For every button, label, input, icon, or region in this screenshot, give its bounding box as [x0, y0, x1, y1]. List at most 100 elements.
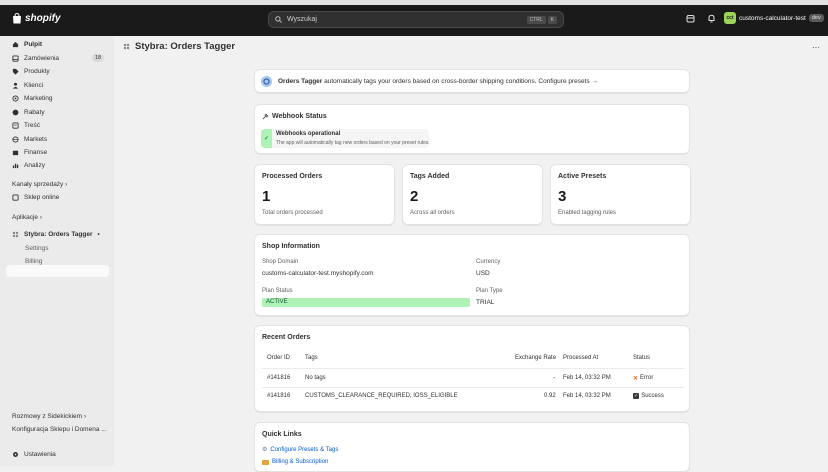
- app-grid-icon: [12, 231, 19, 238]
- stat-value: 1: [262, 188, 271, 205]
- sidebar-item-zamowienia[interactable]: Zamówienia: [12, 55, 59, 62]
- sidebar-item-settings[interactable]: Ustawienia: [12, 451, 56, 458]
- stat-label: Tags Added: [410, 173, 450, 180]
- plug-icon: [262, 113, 269, 120]
- sidebar-item-label: Finanse: [24, 149, 48, 156]
- info-icon: [261, 75, 272, 87]
- sidebar-item-orders-tagger[interactable]: Stybra: Orders Tagger •: [12, 231, 100, 238]
- col-header-processed: Processed At: [563, 355, 599, 361]
- quick-links-card: Quick Links ⚙ Configure Presets & Tags B…: [254, 422, 690, 472]
- chart-icon: [12, 163, 19, 169]
- order-id[interactable]: #141816: [267, 375, 290, 381]
- shortcut-key: K: [547, 15, 557, 24]
- order-tags: No tags: [305, 375, 326, 381]
- plan-type-value: TRIAL: [476, 299, 495, 306]
- stat-sub: Total orders processed: [262, 210, 323, 216]
- bell-icon[interactable]: [707, 14, 716, 23]
- sidebar-item-markets[interactable]: Markets: [12, 136, 47, 143]
- sidebar-item-rabaty[interactable]: Rabaty: [12, 109, 45, 116]
- col-header-tags: Tags: [305, 355, 318, 361]
- stat-card-tags: Tags Added 2 Across all orders: [402, 164, 543, 225]
- sidebar-item-label: Pulpit: [24, 41, 43, 48]
- webhook-ok-box: ✓ Webhooks operational The app will auto…: [261, 129, 430, 148]
- inbox-icon: [12, 55, 19, 62]
- person-icon: [12, 82, 19, 89]
- sidekick-chats-link[interactable]: Rozmowy z Sidekickiem ›: [12, 413, 86, 420]
- sidebar-item-label: Analizy: [24, 162, 45, 169]
- content-icon: [12, 122, 19, 129]
- order-status-text: Error: [640, 375, 654, 381]
- search-input[interactable]: Wyszukaj CTRL K: [268, 11, 564, 28]
- store-setup-link[interactable]: Konfiguracja Sklepu i Domena ...: [12, 426, 107, 433]
- cross-icon: ✕: [633, 376, 639, 382]
- active-app-highlight: [6, 265, 109, 277]
- webhook-status: Webhooks operational: [276, 131, 341, 137]
- check-icon: ✓: [633, 393, 640, 399]
- sidebar-subitem-settings[interactable]: Settings: [25, 245, 49, 252]
- check-icon: ✓: [261, 129, 272, 148]
- banner-text[interactable]: automatically tags your orders based on …: [324, 78, 598, 85]
- shopify-logo[interactable]: shopify: [12, 13, 61, 24]
- page-title-text: Stybra: Orders Tagger: [135, 41, 236, 52]
- quick-links-title: Quick Links: [262, 431, 302, 438]
- gear-icon: [13, 452, 18, 457]
- storefront-icon: [12, 194, 19, 201]
- apps-header[interactable]: Aplikacje ›: [12, 214, 42, 221]
- store-name: customs-calculator-test: [739, 14, 806, 22]
- plan-type-label: Plan Type: [476, 288, 503, 294]
- browser-strip: [0, 0, 828, 5]
- stat-card-presets: Active Presets 3 Enabled tagging rules: [550, 164, 691, 225]
- sidebar-item-finanse[interactable]: Finanse: [12, 149, 47, 156]
- col-header-order-id: Order ID: [267, 355, 291, 361]
- shop-info-card: Shop Information Shop Domain customs-cal…: [254, 234, 690, 316]
- order-status: ✓ Success: [633, 393, 664, 399]
- home-icon: [12, 41, 19, 48]
- sidebar-subitem-billing[interactable]: Billing: [25, 258, 42, 265]
- sidebar-item-label: Markets: [24, 136, 48, 143]
- sidebar-item-label: Stybra: Orders Tagger: [24, 231, 93, 238]
- store-icon[interactable]: [686, 14, 695, 23]
- sidebar-item-analizy[interactable]: Analizy: [12, 162, 45, 169]
- webhook-title: Webhook Status: [262, 113, 327, 120]
- domain-label: Shop Domain: [262, 259, 299, 265]
- sidebar-item-klienci[interactable]: Klienci: [12, 82, 43, 89]
- billing-link[interactable]: Billing & Subscription: [262, 459, 328, 465]
- more-actions-button[interactable]: ···: [812, 43, 820, 52]
- sidebar-item-tresc[interactable]: Treść: [12, 122, 40, 129]
- col-header-status: Status: [633, 355, 651, 361]
- sidebar-item-label: Ustawienia: [24, 451, 56, 458]
- currency-value: USD: [476, 270, 490, 277]
- page-title: Stybra: Orders Tagger: [123, 41, 235, 52]
- configure-presets-link[interactable]: ⚙ Configure Presets & Tags: [262, 446, 338, 454]
- order-rate: -: [553, 375, 555, 381]
- webhook-description: The app will automatically tag new order…: [276, 140, 430, 146]
- plan-status-badge: ACTIVE: [262, 298, 470, 307]
- stat-sub: Enabled tagging rules: [558, 210, 617, 216]
- divider: [262, 368, 684, 369]
- sidebar-item-marketing[interactable]: Marketing: [12, 95, 53, 102]
- search-shortcut: CTRL K: [526, 15, 557, 24]
- sidebar-item-online-store[interactable]: Sklep online: [12, 194, 59, 201]
- stat-card-processed: Processed Orders 1 Total orders processe…: [254, 164, 395, 225]
- webhook-status-card: Webhook Status ✓ Webhooks operational Th…: [254, 104, 690, 154]
- order-status: ✕ Error: [633, 375, 653, 382]
- sidebar-item-label: Rabaty: [24, 109, 45, 116]
- sidebar-item-pulpit[interactable]: Pulpit: [12, 41, 42, 48]
- target-icon: [12, 95, 19, 102]
- domain-value: customs-calculator-test.myshopify.com: [262, 270, 374, 277]
- order-id[interactable]: #141816: [267, 393, 290, 399]
- sidebar-item-label: Zamówienia: [24, 55, 60, 62]
- store-menu[interactable]: cct customs-calculator-test dev: [724, 12, 824, 24]
- order-tags: CUSTOMS_CLEARANCE_REQUIRED, IOSS_ELIGIBL…: [305, 393, 458, 399]
- plan-status-label: Plan Status: [262, 288, 293, 294]
- sidebar-item-label: Klienci: [24, 82, 44, 89]
- sidebar-item-produkty[interactable]: Produkty: [12, 68, 50, 75]
- divider: [262, 387, 684, 388]
- sidebar-item-label: Produkty: [24, 68, 50, 75]
- sales-channels-header[interactable]: Kanały sprzedaży ›: [12, 181, 67, 188]
- pin-icon[interactable]: •: [98, 232, 100, 238]
- order-rate: 0.92: [544, 393, 556, 399]
- recent-orders-card: Recent Orders Order ID Tags Exchange Rat…: [254, 325, 690, 412]
- stat-label: Processed Orders: [262, 173, 323, 180]
- logo-text: shopify: [25, 13, 61, 24]
